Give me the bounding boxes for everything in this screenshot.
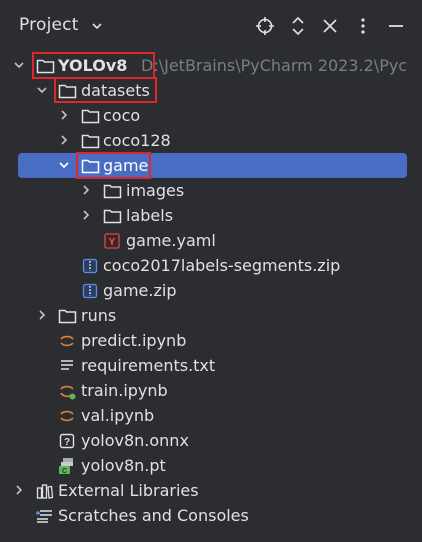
- library-icon: [35, 481, 55, 500]
- tree-item-external-libraries[interactable]: External Libraries: [0, 478, 422, 503]
- folder-icon: [57, 306, 77, 325]
- project-panel-header: Project: [0, 0, 422, 52]
- val-label: val.ipynb: [81, 406, 155, 425]
- labels-label: labels: [126, 206, 174, 225]
- train-label: train.ipynb: [81, 381, 168, 400]
- game-yaml-label: game.yaml: [126, 231, 216, 250]
- onnx-label: yolov8n.onnx: [81, 431, 189, 450]
- highlight-box-root: [32, 52, 155, 79]
- more-icon[interactable]: [352, 15, 374, 37]
- tree-item-images[interactable]: images: [0, 178, 422, 203]
- binary-file-icon: C: [57, 456, 77, 475]
- folder-icon: [102, 181, 122, 200]
- tree-item-requirements[interactable]: requirements.txt: [0, 353, 422, 378]
- chevron-right-icon[interactable]: [79, 183, 93, 197]
- tree-item-val[interactable]: val.ipynb: [0, 403, 422, 428]
- scratches-label: Scratches and Consoles: [58, 506, 249, 525]
- predict-label: predict.ipynb: [81, 331, 187, 350]
- folder-icon: [80, 106, 100, 125]
- yaml-file-icon: Y: [102, 231, 122, 250]
- images-label: images: [126, 181, 185, 200]
- tree-item-train[interactable]: train.ipynb: [0, 378, 422, 403]
- notebook-icon: [57, 331, 77, 350]
- folder-icon: [80, 131, 100, 150]
- svg-text:Y: Y: [109, 237, 116, 248]
- tree-item-onnx[interactable]: ? yolov8n.onnx: [0, 428, 422, 453]
- zip-file-icon: [80, 256, 100, 275]
- coco-zip-label: coco2017labels-segments.zip: [103, 256, 341, 275]
- coco-label: coco: [103, 106, 141, 125]
- chevron-right-icon[interactable]: [12, 483, 26, 497]
- zip-file-icon: [80, 281, 100, 300]
- svg-text:C: C: [62, 468, 67, 475]
- minimize-icon[interactable]: [385, 15, 407, 37]
- chevron-right-icon[interactable]: [79, 208, 93, 222]
- chevron-right-icon[interactable]: [57, 133, 71, 147]
- chevron-down-icon[interactable]: [12, 58, 26, 72]
- chevron-down-icon[interactable]: [35, 83, 49, 97]
- coco128-label: coco128: [103, 131, 171, 150]
- tree-item-pt[interactable]: C yolov8n.pt: [0, 453, 422, 478]
- highlight-box-game: [76, 152, 151, 179]
- notebook-running-icon: [57, 381, 77, 400]
- crosshair-icon[interactable]: [254, 15, 276, 37]
- scratches-icon: [35, 506, 55, 525]
- tree-item-predict[interactable]: predict.ipynb: [0, 328, 422, 353]
- pt-label: yolov8n.pt: [81, 456, 166, 475]
- game-zip-label: game.zip: [103, 281, 177, 300]
- tree-item-game-zip[interactable]: game.zip: [0, 278, 422, 303]
- notebook-icon: [57, 406, 77, 425]
- highlight-box-datasets: [54, 77, 157, 103]
- root-path: D:\JetBrains\PyCharm 2023.2\Pyc: [141, 56, 408, 75]
- svg-text:?: ?: [64, 437, 70, 448]
- external-libraries-label: External Libraries: [58, 481, 199, 500]
- chevron-right-icon[interactable]: [35, 308, 49, 322]
- text-file-icon: [57, 356, 77, 375]
- tree-item-game[interactable]: game: [0, 153, 422, 178]
- tree-item-runs[interactable]: runs: [0, 303, 422, 328]
- unknown-file-icon: ?: [57, 431, 77, 450]
- close-icon[interactable]: [319, 15, 341, 37]
- chevron-down-icon[interactable]: [90, 19, 104, 33]
- tree-item-coco[interactable]: coco: [0, 103, 422, 128]
- chevron-right-icon[interactable]: [57, 108, 71, 122]
- panel-title[interactable]: Project: [19, 15, 79, 35]
- requirements-label: requirements.txt: [81, 356, 216, 375]
- folder-icon: [102, 206, 122, 225]
- runs-label: runs: [81, 306, 117, 325]
- tree-item-game-yaml[interactable]: Y game.yaml: [0, 228, 422, 253]
- tree-item-labels[interactable]: labels: [0, 203, 422, 228]
- tree-item-coco-zip[interactable]: coco2017labels-segments.zip: [0, 253, 422, 278]
- tree-item-scratches[interactable]: Scratches and Consoles: [0, 503, 422, 528]
- chevron-down-icon[interactable]: [57, 158, 71, 172]
- expand-collapse-icon[interactable]: [287, 15, 309, 37]
- tree-item-coco128[interactable]: coco128: [0, 128, 422, 153]
